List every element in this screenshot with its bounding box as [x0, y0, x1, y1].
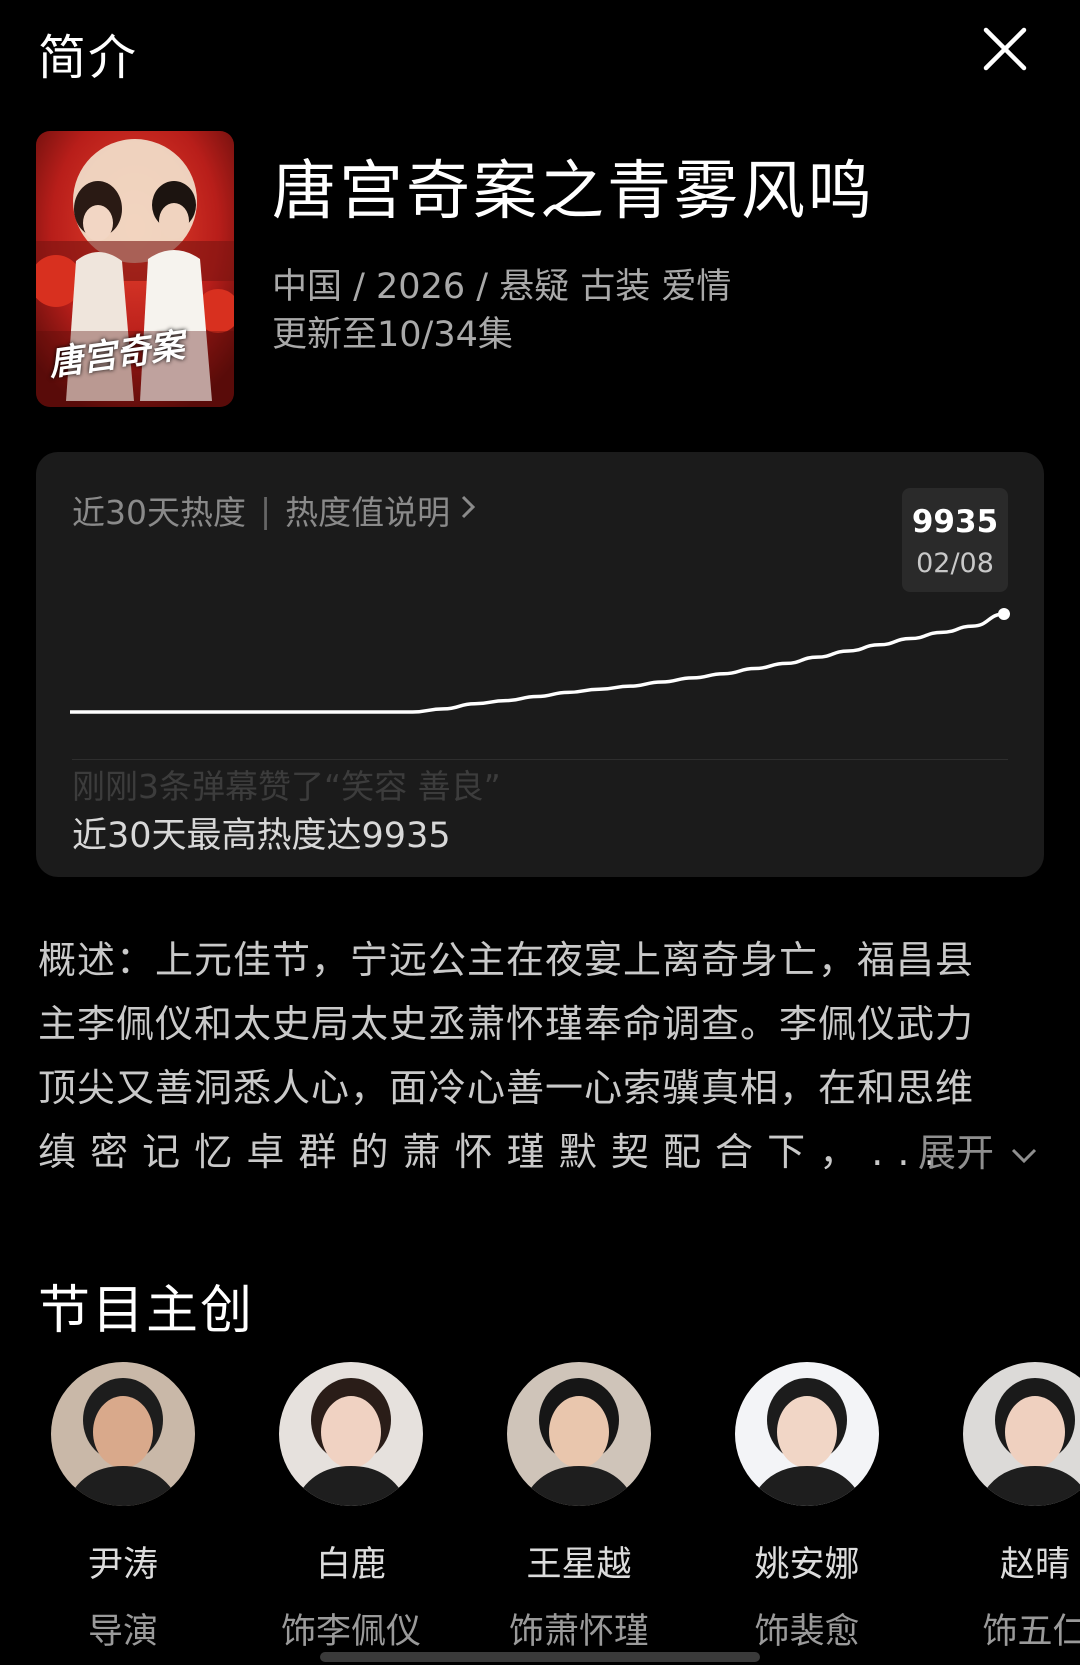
- divider: |: [260, 490, 272, 530]
- synopsis-line: 概述：上元佳节，宁远公主在夜宴上离奇身亡，福昌县: [38, 938, 975, 982]
- expand-label: 展开: [918, 1131, 995, 1175]
- home-indicator[interactable]: [320, 1652, 760, 1662]
- heat-summary: 近30天最高热度达9935: [72, 816, 451, 856]
- crew-section-title: 节目主创: [38, 1281, 255, 1341]
- crew-member[interactable]: 尹涛 导演: [38, 1362, 208, 1654]
- crew-name: 白鹿: [315, 1545, 386, 1585]
- synopsis-line: 顶尖又善洞悉人心，面冷心善一心索骥真相，在和思维: [38, 1066, 975, 1110]
- crew-name: 王星越: [526, 1545, 632, 1585]
- avatar[interactable]: [279, 1362, 423, 1506]
- show-poster[interactable]: 唐宫奇案: [36, 131, 234, 407]
- avatar[interactable]: [735, 1362, 879, 1506]
- synopsis: 概述：上元佳节，宁远公主在夜宴上离奇身亡，福昌县 主李佩仪和太史局太史丞萧怀瑾奉…: [38, 928, 1048, 1184]
- heat-series-line: [70, 612, 1005, 714]
- crew-member[interactable]: 王星越 饰萧怀瑾: [494, 1362, 664, 1654]
- crew-member[interactable]: 姚安娜 饰裴愈: [722, 1362, 892, 1654]
- tooltip-date: 02/08: [916, 548, 994, 579]
- crew-member[interactable]: 赵晴 饰五仁: [950, 1362, 1080, 1654]
- crew-role: 饰李佩仪: [280, 1612, 421, 1652]
- expand-button[interactable]: 展开: [918, 1122, 1038, 1177]
- tooltip-value: 9935: [911, 504, 999, 540]
- synopsis-line: 主李佩仪和太史局太史丞萧怀瑾奉命调查。李佩仪武力: [38, 1002, 975, 1046]
- danmaku-ticker: 刚刚3条弹幕赞了“笑容 善良”: [72, 767, 501, 806]
- avatar[interactable]: [51, 1362, 195, 1506]
- crew-role: 饰裴愈: [754, 1612, 860, 1652]
- avatar[interactable]: [963, 1362, 1080, 1506]
- show-title: 唐宫奇案之青雾风鸣: [272, 155, 875, 229]
- heat-label: 近30天热度: [72, 493, 246, 532]
- heat-card: 近30天热度 | 热度值说明 9935 02/08 刚刚3条弹幕赞了“笑容 善良…: [36, 452, 1044, 877]
- heat-last-point: [998, 608, 1010, 620]
- heat-card-header: 近30天热度 | 热度值说明: [72, 486, 476, 534]
- crew-role: 饰五仁: [982, 1612, 1080, 1652]
- avatar[interactable]: [507, 1362, 651, 1506]
- crew-member[interactable]: 白鹿 饰李佩仪: [266, 1362, 436, 1654]
- chevron-right-icon[interactable]: [460, 493, 476, 528]
- heat-tooltip: 9935 02/08: [902, 488, 1008, 592]
- synopsis-line: 缜 密 记 忆 卓 群 的 萧 怀 瑾 默 契 配 合 下 ， . . .: [38, 1130, 937, 1174]
- close-icon[interactable]: [980, 24, 1030, 74]
- crew-name: 赵晴: [999, 1545, 1070, 1585]
- chevron-down-icon: [1012, 1148, 1037, 1163]
- crew-name: 尹涛: [87, 1545, 158, 1585]
- crew-role: 饰萧怀瑾: [508, 1612, 649, 1652]
- heat-explain-link[interactable]: 热度值说明: [285, 486, 450, 534]
- crew-name: 姚安娜: [754, 1545, 860, 1585]
- show-meta: 中国 / 2026 / 悬疑 古装 爱情: [272, 267, 732, 307]
- crew-role: 导演: [87, 1612, 158, 1652]
- episode-update: 更新至10/34集: [272, 315, 513, 355]
- page-title: 简介: [38, 30, 139, 86]
